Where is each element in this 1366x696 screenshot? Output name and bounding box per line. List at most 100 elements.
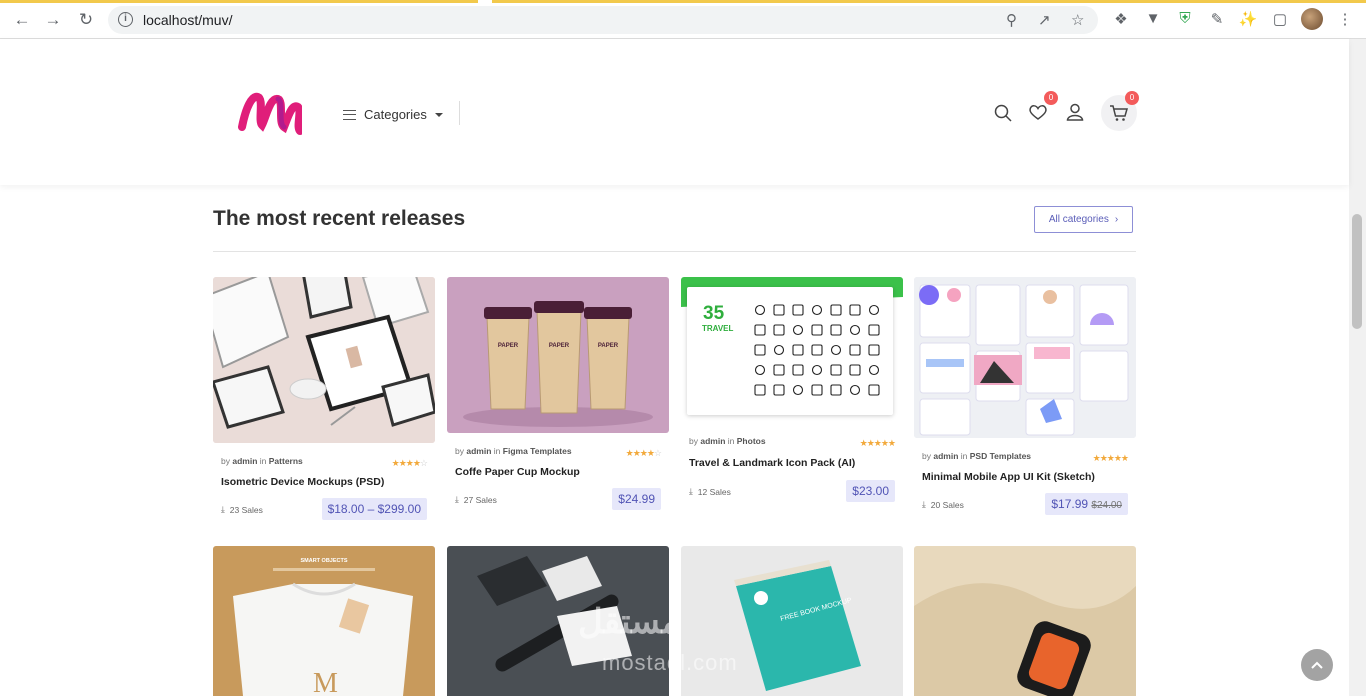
- download-icon: ⤓: [689, 486, 693, 496]
- in-label: in: [960, 451, 968, 461]
- scrollbar-track[interactable]: [1349, 39, 1366, 696]
- svg-text:M: M: [313, 668, 338, 696]
- all-categories-label: All categories: [1048, 214, 1109, 225]
- product-thumbnail[interactable]: [213, 277, 435, 443]
- caret-down-icon: [434, 112, 443, 117]
- zoom-icon[interactable]: ⚲: [1006, 11, 1017, 29]
- product-title[interactable]: Isometric Device Mockups (PSD): [221, 476, 384, 488]
- travel-word: TRAVEL: [702, 324, 734, 333]
- back-icon[interactable]: ←: [12, 10, 32, 30]
- in-label: in: [493, 446, 501, 456]
- site-header: Categories 0 0: [0, 39, 1349, 185]
- watermark-arabic: مستقل: [578, 603, 680, 641]
- svg-text:PAPER: PAPER: [549, 343, 570, 349]
- user-account-icon[interactable]: [1064, 101, 1086, 123]
- product-meta: by admin in Figma Templates: [455, 446, 572, 456]
- product-thumbnail[interactable]: SMART OBJECTS M: [213, 546, 435, 696]
- category-link[interactable]: Photos: [737, 436, 766, 446]
- author-link[interactable]: admin: [933, 451, 958, 461]
- sales-count: ⤓ 27 Sales: [455, 494, 497, 505]
- in-label: in: [727, 436, 735, 446]
- product-thumbnail[interactable]: [914, 277, 1136, 438]
- bookmark-star-icon[interactable]: ☆: [1071, 11, 1084, 29]
- profile-avatar[interactable]: [1301, 8, 1323, 30]
- brand-logo[interactable]: [238, 87, 302, 135]
- section-divider: [213, 251, 1136, 252]
- header-divider: [459, 101, 460, 125]
- travel-count: 35: [703, 303, 725, 324]
- eyedropper-extension-icon[interactable]: ✎: [1207, 10, 1227, 30]
- search-icon[interactable]: [992, 102, 1014, 124]
- svg-text:PAPER: PAPER: [498, 343, 519, 349]
- sales-count: ⤓ 20 Sales: [922, 499, 964, 510]
- rating-stars: ★★★★☆: [391, 458, 428, 468]
- extension-icon[interactable]: ❖: [1111, 10, 1131, 30]
- product-thumbnail[interactable]: 35 TRAVEL: [681, 277, 903, 423]
- cart-count-badge: 0: [1125, 91, 1139, 105]
- product-thumbnail[interactable]: [914, 546, 1136, 696]
- menu-dots-icon[interactable]: ⋮: [1335, 10, 1355, 30]
- in-label: in: [259, 456, 267, 466]
- category-link[interactable]: Patterns: [269, 456, 303, 466]
- url-text[interactable]: localhost/muv/: [143, 12, 232, 28]
- product-meta: by admin in Patterns: [221, 456, 303, 466]
- loading-bar: [0, 0, 1366, 3]
- author-link[interactable]: admin: [232, 456, 257, 466]
- price-tag: $18.00 – $299.00: [321, 498, 427, 520]
- author-link[interactable]: admin: [466, 446, 491, 456]
- price-tag: $23.00: [846, 480, 895, 502]
- product-title[interactable]: Coffe Paper Cup Mockup: [455, 466, 580, 478]
- download-icon: ⤓: [221, 504, 225, 514]
- side-panel-icon[interactable]: ▢: [1270, 10, 1290, 30]
- product-title[interactable]: Travel & Landmark Icon Pack (AI): [689, 457, 855, 469]
- chevron-right-icon: ›: [1114, 214, 1119, 225]
- sales-text: 20 Sales: [930, 499, 964, 510]
- reload-icon[interactable]: ↻: [76, 10, 96, 30]
- sales-text: 27 Sales: [463, 494, 497, 505]
- old-price-value: $24.00: [1091, 500, 1122, 511]
- wishlist-count-badge: 0: [1044, 91, 1058, 105]
- by-label: by: [689, 436, 698, 446]
- categories-menu[interactable]: Categories: [343, 107, 443, 122]
- download-icon: ⤓: [455, 494, 459, 504]
- price-value: $23.00: [852, 484, 889, 498]
- chevron-up-icon: [1311, 661, 1323, 669]
- category-link[interactable]: PSD Templates: [970, 451, 1031, 461]
- by-label: by: [922, 451, 931, 461]
- categories-label: Categories: [364, 107, 427, 122]
- extension-v-icon[interactable]: ▼: [1143, 10, 1163, 30]
- section-title: The most recent releases: [213, 207, 466, 230]
- rating-stars: ★★★★★: [859, 438, 896, 448]
- scrollbar-thumb[interactable]: [1352, 214, 1362, 329]
- browser-toolbar: ← → ↻ i localhost/muv/ ⚲ ↗ ☆ ❖ ▼ ⛨ ✎ ✨ ▢…: [0, 0, 1366, 39]
- wishlist-heart-icon[interactable]: [1027, 101, 1049, 123]
- forward-icon[interactable]: →: [43, 10, 63, 30]
- by-label: by: [455, 446, 464, 456]
- category-link[interactable]: Figma Templates: [503, 446, 572, 456]
- price-value: $24.99: [618, 492, 655, 506]
- sales-count: ⤓ 23 Sales: [221, 504, 263, 515]
- price-tag: $24.99: [612, 488, 661, 510]
- product-title[interactable]: Minimal Mobile App UI Kit (Sketch): [922, 471, 1095, 483]
- info-icon[interactable]: i: [118, 12, 133, 27]
- by-label: by: [221, 456, 230, 466]
- all-categories-button[interactable]: All categories ›: [1034, 206, 1133, 233]
- sales-count: ⤓ 12 Sales: [689, 486, 731, 497]
- puzzle-extensions-icon[interactable]: ✨: [1238, 10, 1258, 30]
- share-icon[interactable]: ↗: [1038, 11, 1051, 29]
- author-link[interactable]: admin: [700, 436, 725, 446]
- price-tag: $17.99 $24.00: [1045, 493, 1128, 515]
- product-meta: by admin in PSD Templates: [922, 451, 1031, 461]
- rating-stars: ★★★★★: [1092, 453, 1129, 463]
- cart-icon[interactable]: [1108, 102, 1130, 124]
- product-thumbnail[interactable]: PAPER PAPER PAPER: [447, 277, 669, 433]
- sales-text: 12 Sales: [697, 486, 731, 497]
- svg-text:PAPER: PAPER: [598, 343, 619, 349]
- address-bar[interactable]: i localhost/muv/ ⚲ ↗ ☆: [108, 6, 1098, 34]
- back-to-top-button[interactable]: [1301, 649, 1333, 681]
- hamburger-icon: [343, 109, 356, 120]
- product-meta: by admin in Photos: [689, 436, 766, 446]
- shield-extension-icon[interactable]: ⛨: [1175, 10, 1195, 30]
- rating-stars: ★★★★☆: [625, 448, 662, 458]
- tshirt-header-text: SMART OBJECTS: [300, 558, 347, 564]
